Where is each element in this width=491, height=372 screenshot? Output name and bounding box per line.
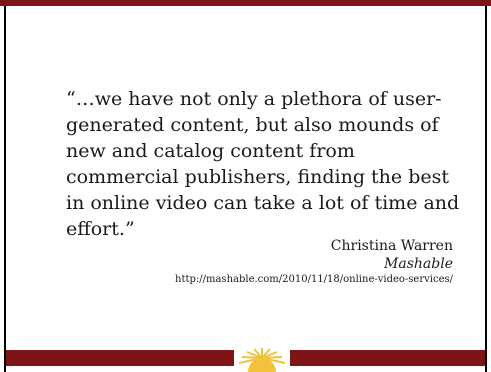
- quote-author: Christina Warren: [330, 238, 453, 254]
- source-url[interactable]: http://mashable.com/2010/11/18/online-vi…: [175, 273, 453, 287]
- top-accent-bar: [0, 0, 491, 6]
- quote-source: Mashable: [384, 256, 453, 272]
- bottom-accent-bar-right: [290, 350, 485, 366]
- sun-logo-icon: [234, 346, 290, 372]
- left-border: [4, 6, 6, 372]
- attribution: Christina Warren Mashable http://mashabl…: [175, 237, 453, 287]
- right-border: [485, 6, 487, 372]
- slide: “…we have not only a plethora of user-ge…: [0, 0, 491, 372]
- bottom-accent-bar-left: [6, 350, 234, 366]
- quote-text: “…we have not only a plethora of user-ge…: [66, 88, 460, 240]
